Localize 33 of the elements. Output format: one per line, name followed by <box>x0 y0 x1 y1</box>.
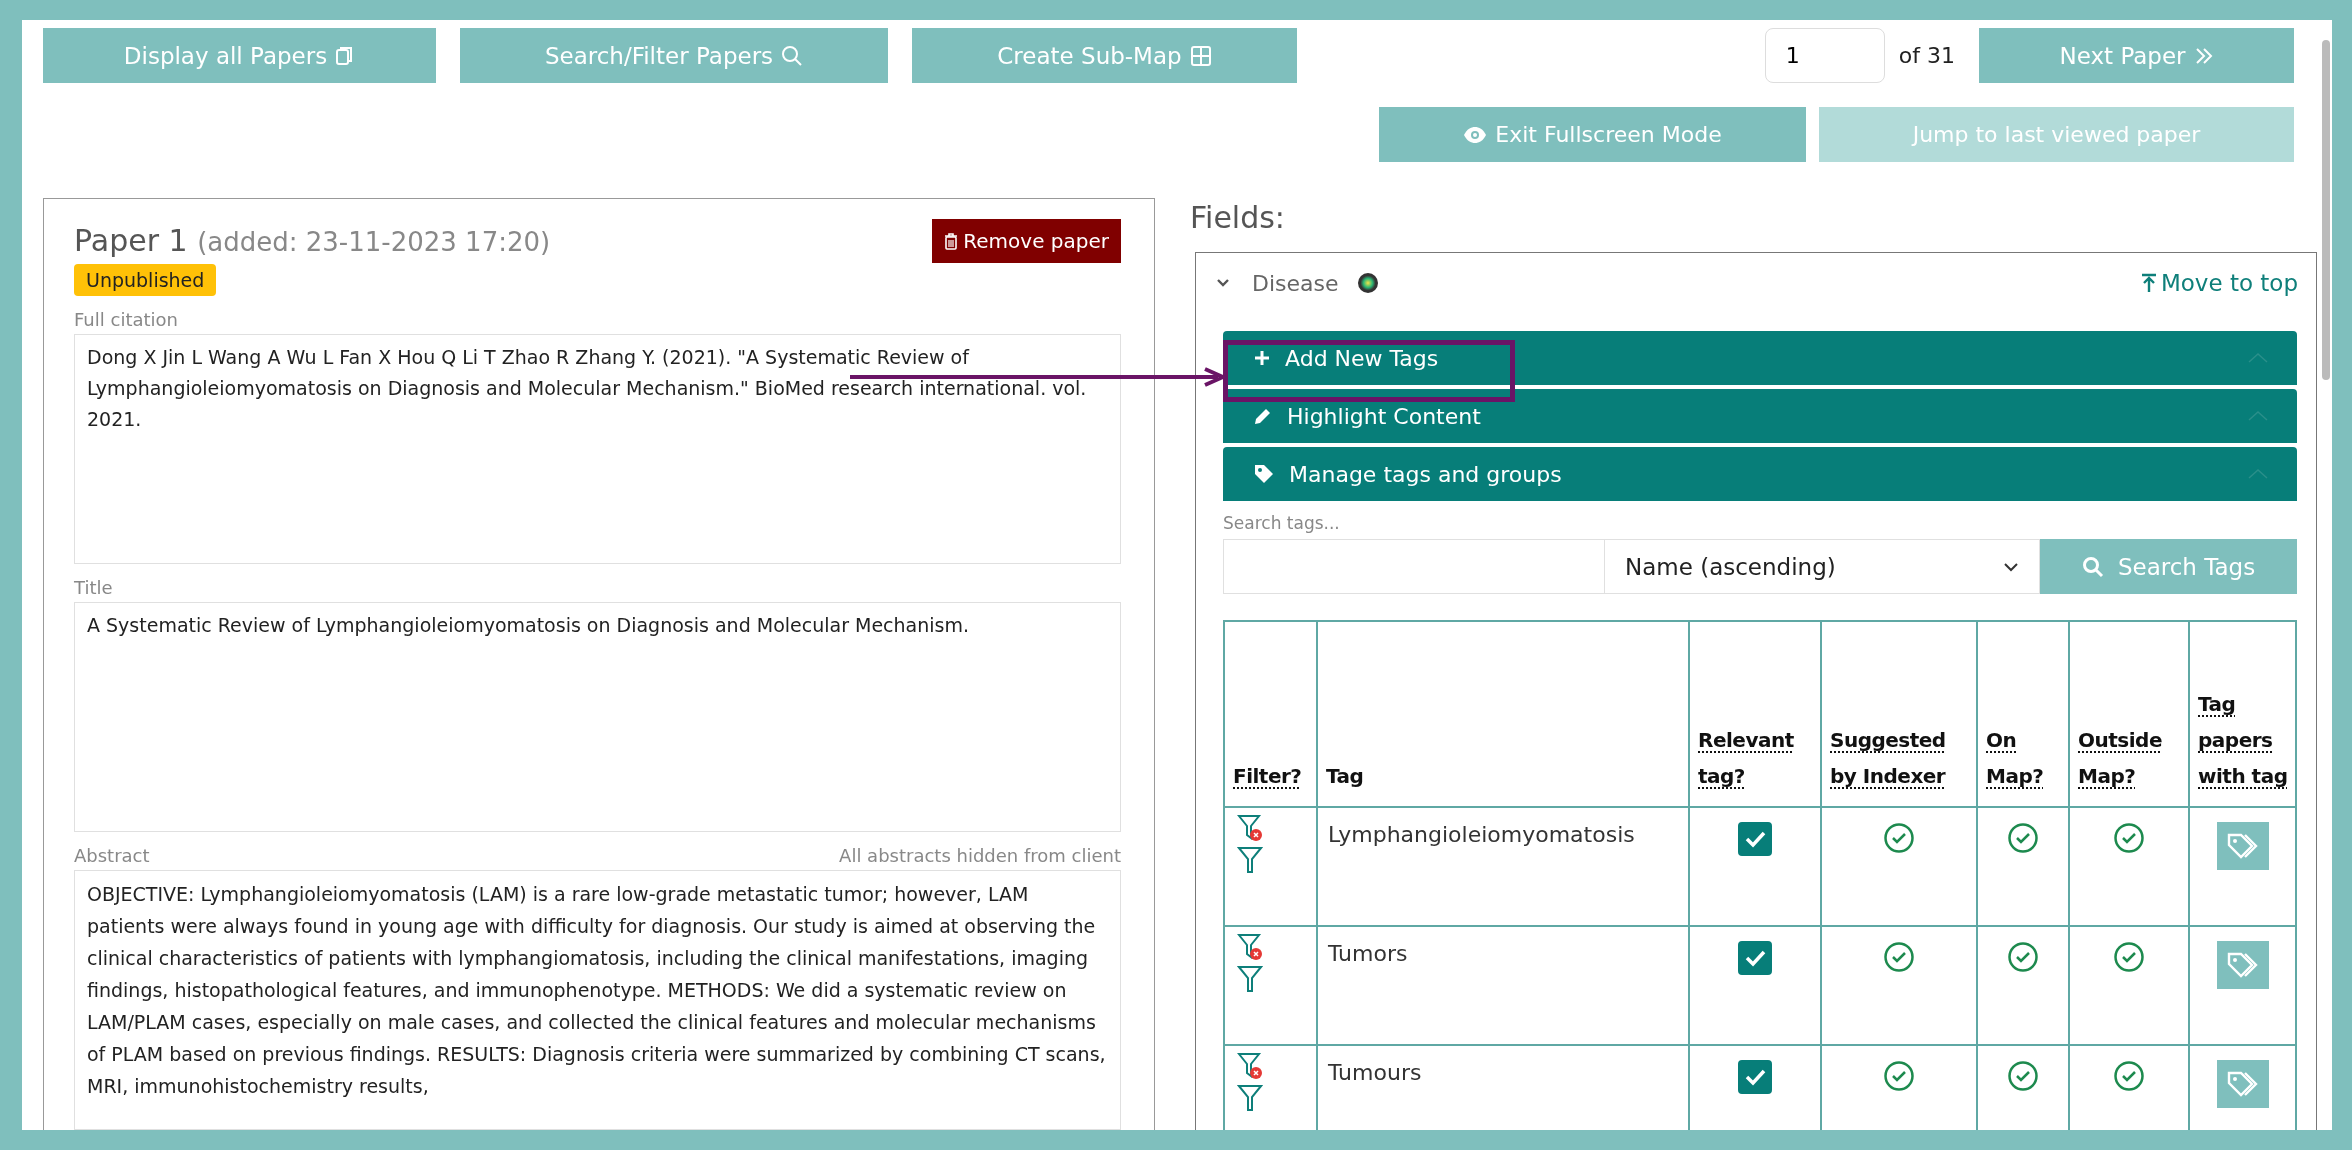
tag-name: Lymphangioleiomyomatosis <box>1328 822 1635 847</box>
page-number-field[interactable]: 1 <box>1764 28 1885 83</box>
text-area[interactable]: A Systematic Review of Lymphangioleiomyomatosis on Diagnosis and Molecular Mechanism. <box>74 602 1121 832</box>
paper-heading: Paper 1 (added: 23-11-2023 17:20) <box>74 223 551 258</box>
tag-name: Tumours <box>1328 1060 1422 1085</box>
field-note: All abstracts hidden from client <box>839 845 1121 866</box>
accordion-header[interactable]: Add New Tags <box>1223 331 2297 385</box>
accordion-label: Highlight Content <box>1287 403 1481 429</box>
search-label: Search tags... <box>1223 513 1341 533</box>
column-header: Relevant tag? <box>1698 728 1794 788</box>
move-to-top-link[interactable]: Move to top <box>2140 270 2298 296</box>
accordion-label: Add New Tags <box>1285 345 1439 371</box>
column-header: Outside Map? <box>2078 728 2162 788</box>
accordion-header[interactable]: Highlight Content <box>1223 389 2297 443</box>
field-label: Abstract <box>74 845 150 866</box>
text-area[interactable]: Dong X Jin L Wang A Wu L Fan X Hou Q Li T Zhao R Zhang Y. (2021). "A Systematic Review of Lymphangioleiomyomatosis on Diagnosis and Molecular Mechanism." BioMed research international. vol. 2021. <box>74 334 1121 564</box>
column-header: On Map? <box>1986 728 2044 788</box>
status-badge: Unpublished <box>74 264 217 296</box>
sort-dropdown[interactable]: Name (ascending) <box>1605 539 2040 594</box>
field-label: Title <box>74 577 113 598</box>
text-area[interactable]: OBJECTIVE: Lymphangioleiomyomatosis (LAM) is a rare low-grade metastatic tumor; however, LAM patients were always found in young age with difficulty for diagnosis. Our study is aimed at observing the clinical characteristics of patients with lymphangiomatosis, including the clinical manifestations, imaging findings, histopathological features, and immunophenotype. METHODS: We did a systematic review on LAM/PLAM cases, especially on male cases, and collected the clinical features and molecular mechanisms of PLAM based on previous findings. RESULTS: Diagnosis criteria were summarized by combining CT scans, MRI, immunohistochemistry results, <box>74 870 1121 1130</box>
field-label: Full citation <box>74 309 178 330</box>
column-header: Tag papers with tag <box>2198 692 2288 788</box>
remove-paper-button[interactable]: Remove paper <box>932 219 1121 263</box>
field-name: Disease <box>1252 270 1339 296</box>
column-header: Suggested by Indexer <box>1830 728 1946 788</box>
column-header: Tag <box>1326 764 1364 788</box>
tag-name: Tumors <box>1328 941 1408 966</box>
accordion-header[interactable]: Manage tags and groups <box>1223 447 2297 501</box>
page-total: of 31 <box>1898 43 1955 68</box>
column-header: Filter? <box>1233 764 1302 788</box>
accordion-label: Manage tags and groups <box>1289 461 1562 487</box>
fields-heading: Fields: <box>1190 200 1286 237</box>
